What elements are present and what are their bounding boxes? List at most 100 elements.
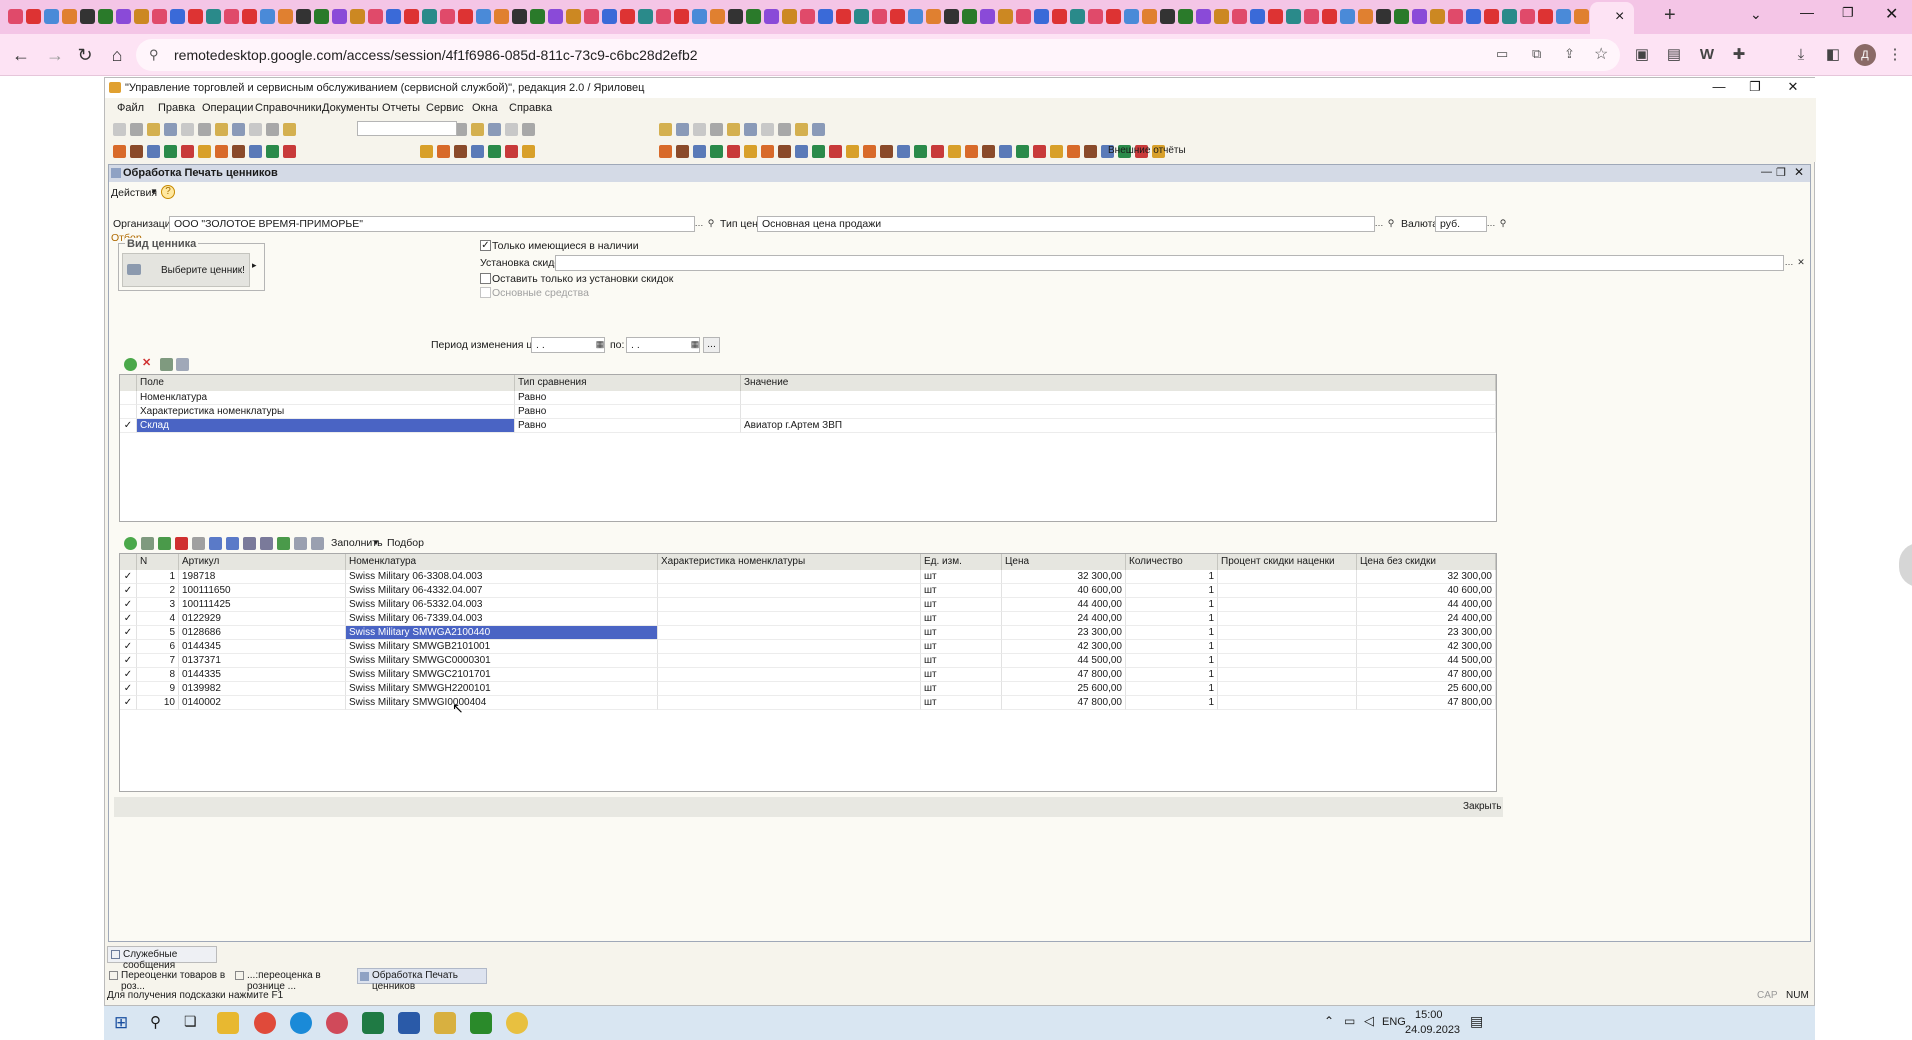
window-tab-2[interactable]: ...:переоценка в рознице ...: [233, 968, 353, 992]
chrome-profile-icon[interactable]: [326, 1012, 348, 1034]
toolbar-icon[interactable]: [505, 145, 518, 158]
pinned-tab-icon[interactable]: [1502, 9, 1517, 24]
pinned-tab-icon[interactable]: [1268, 9, 1283, 24]
pinned-tab-icon[interactable]: [134, 9, 149, 24]
pinned-tab-icon[interactable]: [1250, 9, 1265, 24]
pinned-tab-icon[interactable]: [674, 9, 689, 24]
pinned-tab-icon[interactable]: [530, 9, 545, 24]
menu-service[interactable]: Сервис: [426, 102, 464, 114]
pinned-tab-icon[interactable]: [80, 9, 95, 24]
pinned-tab-icon[interactable]: [1322, 9, 1337, 24]
pinned-tab-icon[interactable]: [278, 9, 293, 24]
pinned-tab-icon[interactable]: [170, 9, 185, 24]
toolbar-icon[interactable]: [130, 123, 143, 136]
toolbar-icon[interactable]: [693, 123, 706, 136]
toolbar-icon[interactable]: [880, 145, 893, 158]
toolbar-icon[interactable]: [710, 145, 723, 158]
items-col-qty[interactable]: Количество: [1126, 554, 1218, 570]
menu-documents[interactable]: Документы: [322, 102, 379, 114]
price-type-search-icon[interactable]: ⚲: [1384, 216, 1398, 232]
volume-icon[interactable]: ◁: [1364, 1013, 1374, 1029]
pinned-tab-icon[interactable]: [8, 9, 23, 24]
1c-app-icon[interactable]: [506, 1012, 528, 1034]
app-close-button[interactable]: ✕: [1779, 79, 1807, 97]
pinned-tab-icon[interactable]: [746, 9, 761, 24]
toolbar-icon[interactable]: [113, 145, 126, 158]
toolbar-icon[interactable]: [505, 123, 518, 136]
share-icon[interactable]: ⇪: [1564, 46, 1575, 62]
pinned-tab-icon[interactable]: [332, 9, 347, 24]
items-col-price[interactable]: Цена: [1002, 554, 1126, 570]
pinned-tab-icon[interactable]: [926, 9, 941, 24]
open-in-app-icon[interactable]: ⧉: [1532, 46, 1541, 62]
copy-icon[interactable]: [294, 537, 307, 550]
cast-icon[interactable]: ▭: [1496, 46, 1508, 62]
pinned-tab-icon[interactable]: [1178, 9, 1193, 24]
pinned-tab-icon[interactable]: [1430, 9, 1445, 24]
period-from-calendar-icon[interactable]: ▦: [593, 337, 607, 353]
item-row-checkbox[interactable]: ✓: [120, 640, 137, 654]
toolbar-icon[interactable]: [761, 123, 774, 136]
pinned-tab-icon[interactable]: [566, 9, 581, 24]
menu-edit[interactable]: Правка: [158, 102, 195, 114]
toolbar-icon[interactable]: [863, 145, 876, 158]
items-col-unit[interactable]: Ед. изм.: [921, 554, 1002, 570]
toolbar-icon[interactable]: [727, 123, 740, 136]
toolbar-icon[interactable]: [522, 123, 535, 136]
pinned-tab-icon[interactable]: [620, 9, 635, 24]
select-button[interactable]: Подбор: [387, 537, 424, 549]
pinned-tab-icon[interactable]: [962, 9, 977, 24]
app-restore-button[interactable]: ❐: [1741, 79, 1769, 97]
pinned-tab-icon[interactable]: [224, 9, 239, 24]
pinned-tab-icon[interactable]: [854, 9, 869, 24]
org-search-icon[interactable]: ⚲: [704, 216, 718, 232]
toolbar-icon[interactable]: [744, 145, 757, 158]
profile-avatar[interactable]: Д: [1854, 44, 1876, 66]
filter-copy-icon[interactable]: [160, 358, 173, 371]
pinned-tab-icon[interactable]: [296, 9, 311, 24]
service-messages-tab[interactable]: Служебные сообщения: [107, 946, 217, 971]
side-panel-icon[interactable]: ◧: [1822, 44, 1844, 66]
toolbar-icon[interactable]: [488, 145, 501, 158]
external-reports-button[interactable]: Внешние отчёты: [1108, 145, 1186, 156]
notifications-icon[interactable]: ▤: [1470, 1013, 1483, 1030]
toolbar-icon[interactable]: [1033, 145, 1046, 158]
pinned-tab-icon[interactable]: [1466, 9, 1481, 24]
items-col-n[interactable]: N: [137, 554, 179, 570]
discount-clear-icon[interactable]: ✕: [1794, 255, 1808, 271]
toolbar-icon[interactable]: [999, 145, 1012, 158]
toolbar-icon[interactable]: [420, 145, 433, 158]
pinned-tab-icon[interactable]: [1196, 9, 1211, 24]
pinned-tab-icon[interactable]: [1376, 9, 1391, 24]
refresh-icon[interactable]: [277, 537, 290, 550]
toolbar-icon[interactable]: [471, 145, 484, 158]
sort-desc-icon[interactable]: [260, 537, 273, 550]
filter-row-checkbox[interactable]: [120, 391, 137, 405]
pinned-tab-icon[interactable]: [1340, 9, 1355, 24]
pinned-tab-icon[interactable]: [1556, 9, 1571, 24]
toolbar-icon[interactable]: [914, 145, 927, 158]
terminal-icon[interactable]: [470, 1012, 492, 1034]
toolbar-icon[interactable]: [488, 123, 501, 136]
toolbar-icon[interactable]: [283, 145, 296, 158]
close-form-button[interactable]: Закрыть: [1463, 801, 1502, 812]
extension-1-icon[interactable]: ▣: [1631, 44, 1653, 66]
pinned-tab-icon[interactable]: [1484, 9, 1499, 24]
toolbar-icon[interactable]: [710, 123, 723, 136]
item-row-checkbox[interactable]: ✓: [120, 598, 137, 612]
pinned-tab-icon[interactable]: [44, 9, 59, 24]
toolbar-icon[interactable]: [266, 145, 279, 158]
toolbar-icon[interactable]: [522, 145, 535, 158]
toolbar-icon[interactable]: [795, 145, 808, 158]
pinned-tab-icon[interactable]: [1232, 9, 1247, 24]
pinned-tab-icon[interactable]: [728, 9, 743, 24]
pinned-tab-icon[interactable]: [656, 9, 671, 24]
move-up-icon[interactable]: [209, 537, 222, 550]
pinned-tab-icon[interactable]: [386, 9, 401, 24]
pinned-tab-icon[interactable]: [638, 9, 653, 24]
toolbar-icon[interactable]: [676, 123, 689, 136]
browser-menu-icon[interactable]: ⋮: [1884, 44, 1906, 66]
pinned-tab-icon[interactable]: [872, 9, 887, 24]
pinned-tab-icon[interactable]: [1412, 9, 1427, 24]
pinned-tab-icon[interactable]: [782, 9, 797, 24]
